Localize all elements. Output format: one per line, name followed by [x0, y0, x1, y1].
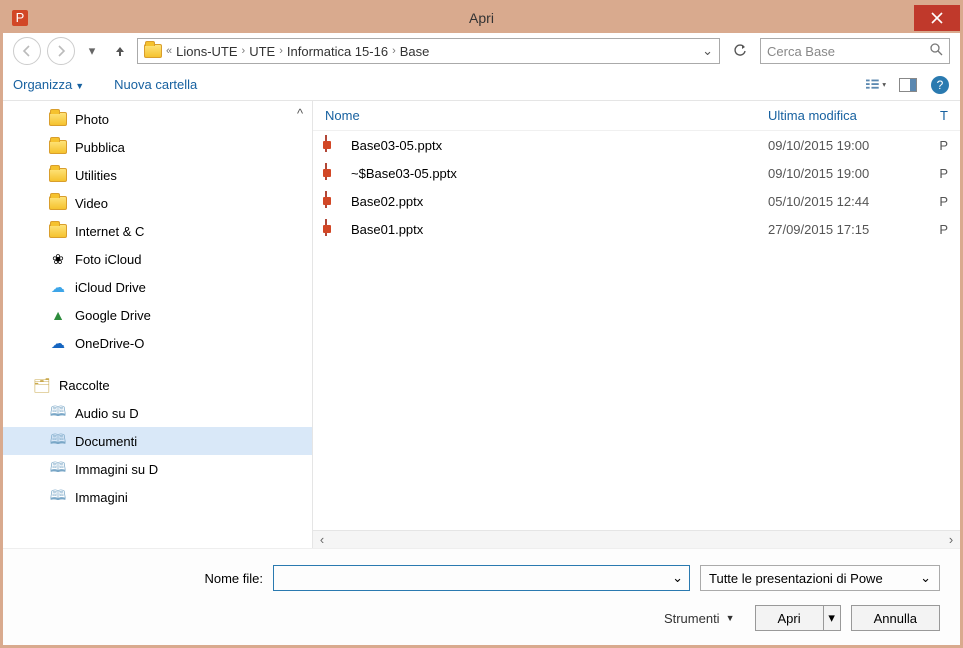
- search-placeholder: Cerca Base: [767, 44, 835, 59]
- folder-icon: [49, 140, 67, 154]
- address-bar[interactable]: « Lions-UTE› UTE› Informatica 15-16› Bas…: [137, 38, 720, 64]
- tree-item[interactable]: 🕮Immagini: [3, 483, 312, 511]
- tree-item[interactable]: Utilities: [3, 161, 312, 189]
- filename-label: Nome file:: [23, 571, 263, 586]
- file-type-filter[interactable]: Tutte le presentazioni di Powe ⌄: [700, 565, 940, 591]
- address-expand-button[interactable]: ⌄: [702, 43, 713, 59]
- forward-button[interactable]: [47, 37, 75, 65]
- horizontal-scrollbar[interactable]: ‹ ›: [313, 530, 960, 548]
- tree-item-selected[interactable]: 🕮Documenti: [3, 427, 312, 455]
- col-name-header[interactable]: Nome: [325, 108, 768, 123]
- tree-item[interactable]: Internet & C: [3, 217, 312, 245]
- tree-item[interactable]: 🕮Immagini su D: [3, 455, 312, 483]
- back-button[interactable]: [13, 37, 41, 65]
- library-icon: 🕮: [49, 490, 67, 504]
- up-button[interactable]: [109, 40, 131, 62]
- tree-item[interactable]: ☁OneDrive-O: [3, 329, 312, 357]
- help-button[interactable]: ?: [930, 75, 950, 95]
- organize-button[interactable]: Organizza▼: [13, 77, 84, 92]
- chevron-down-icon: ⌄: [920, 570, 931, 586]
- file-row[interactable]: Base02.pptx 05/10/2015 12:44 P: [313, 187, 960, 215]
- scroll-left-icon[interactable]: ‹: [313, 532, 331, 548]
- view-mode-button[interactable]: [866, 75, 886, 95]
- folder-icon: [49, 224, 67, 238]
- chevron-down-icon[interactable]: ⌄: [672, 570, 683, 586]
- sidebar: ^ Photo Pubblica Utilities Video Interne…: [3, 101, 313, 548]
- folder-icon: [49, 112, 67, 126]
- col-type-header[interactable]: T: [928, 108, 948, 123]
- tools-button[interactable]: Strumenti▼: [664, 611, 735, 626]
- file-row[interactable]: Base03-05.pptx 09/10/2015 19:00 P: [313, 131, 960, 159]
- navbar: ▾ « Lions-UTE› UTE› Informatica 15-16› B…: [3, 33, 960, 69]
- pptx-icon: [325, 164, 343, 182]
- libraries-icon: 🗂: [33, 378, 51, 392]
- path-segment[interactable]: Informatica 15-16›: [287, 44, 396, 59]
- titlebar: P Apri: [3, 3, 960, 33]
- tree-item[interactable]: Pubblica: [3, 133, 312, 161]
- list-body: Base03-05.pptx 09/10/2015 19:00 P ~$Base…: [313, 131, 960, 530]
- folder-tree: Photo Pubblica Utilities Video Internet …: [3, 101, 312, 515]
- folder-icon: [49, 196, 67, 210]
- tree-item[interactable]: ▲Google Drive: [3, 301, 312, 329]
- search-input[interactable]: Cerca Base: [760, 38, 950, 64]
- pptx-icon: [325, 136, 343, 154]
- footer: Nome file: ⌄ Tutte le presentazioni di P…: [3, 548, 960, 645]
- tree-item[interactable]: Video: [3, 189, 312, 217]
- pptx-icon: [325, 192, 343, 210]
- scroll-right-icon[interactable]: ›: [942, 532, 960, 548]
- cancel-button[interactable]: Annulla: [851, 605, 940, 631]
- chevron-right-icon: «: [166, 45, 172, 57]
- path-segment[interactable]: Base: [400, 44, 430, 59]
- body: ^ Photo Pubblica Utilities Video Interne…: [3, 101, 960, 548]
- new-folder-button[interactable]: Nuova cartella: [114, 77, 197, 92]
- path-segment[interactable]: Lions-UTE›: [176, 44, 245, 59]
- close-button[interactable]: [914, 5, 960, 31]
- onedrive-icon: ☁: [49, 336, 67, 350]
- refresh-button[interactable]: [726, 38, 754, 64]
- list-header: Nome Ultima modifica T: [313, 101, 960, 131]
- icloud-photo-icon: ❀: [49, 252, 67, 266]
- tree-item[interactable]: 🕮Audio su D: [3, 399, 312, 427]
- library-icon: 🕮: [49, 406, 67, 420]
- pptx-icon: [325, 220, 343, 238]
- open-button-dropdown[interactable]: ▾: [823, 605, 841, 631]
- col-date-header[interactable]: Ultima modifica: [768, 108, 928, 123]
- open-dialog: P Apri ▾ « Lions-UTE› UTE› Informatica 1…: [0, 0, 963, 648]
- tree-libraries[interactable]: 🗂Raccolte: [3, 371, 312, 399]
- folder-icon: [144, 44, 162, 58]
- recent-locations-button[interactable]: ▾: [81, 40, 103, 62]
- folder-icon: [49, 168, 67, 182]
- file-row[interactable]: ~$Base03-05.pptx 09/10/2015 19:00 P: [313, 159, 960, 187]
- open-button[interactable]: Apri ▾: [755, 605, 841, 631]
- gdrive-icon: ▲: [49, 308, 67, 322]
- preview-pane-button[interactable]: [898, 75, 918, 95]
- file-list: Nome Ultima modifica T Base03-05.pptx 09…: [313, 101, 960, 548]
- file-row[interactable]: Base01.pptx 27/09/2015 17:15 P: [313, 215, 960, 243]
- search-icon: [930, 43, 943, 59]
- tree-item[interactable]: ❀Foto iCloud: [3, 245, 312, 273]
- tree-item[interactable]: Photo: [3, 105, 312, 133]
- library-icon: 🕮: [49, 434, 67, 448]
- tree-item[interactable]: ☁iCloud Drive: [3, 273, 312, 301]
- path-segment[interactable]: UTE›: [249, 44, 283, 59]
- library-icon: 🕮: [49, 462, 67, 476]
- app-icon: P: [9, 7, 31, 29]
- icloud-icon: ☁: [49, 280, 67, 294]
- svg-text:P: P: [16, 10, 25, 25]
- scroll-up-icon[interactable]: ^: [292, 105, 308, 121]
- toolbar: Organizza▼ Nuova cartella ?: [3, 69, 960, 101]
- filename-input[interactable]: ⌄: [273, 565, 690, 591]
- window-title: Apri: [469, 10, 494, 26]
